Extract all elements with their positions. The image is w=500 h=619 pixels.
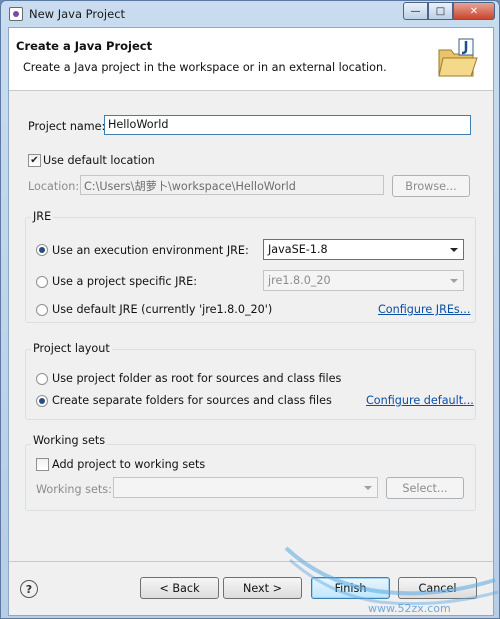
eclipse-icon — [9, 7, 23, 21]
use-default-location-label: Use default location — [43, 154, 155, 167]
help-icon[interactable]: ? — [20, 580, 38, 598]
configure-jres-link[interactable]: Configure JREs... — [378, 303, 470, 316]
use-default-location-checkbox[interactable]: ✔ — [28, 154, 41, 167]
browse-button[interactable]: Browse... — [392, 175, 470, 197]
wizard-title: Create a Java Project — [16, 39, 153, 53]
default-jre-radio[interactable] — [36, 304, 48, 316]
execution-env-label: Use an execution environment JRE: — [52, 244, 249, 257]
execution-env-select[interactable]: JavaSE-1.8 — [263, 239, 464, 260]
select-working-sets-button[interactable]: Select... — [386, 477, 464, 499]
cancel-button[interactable]: Cancel — [398, 577, 477, 599]
finish-button[interactable]: Finish — [311, 577, 390, 599]
layout-root-radio[interactable] — [36, 373, 48, 385]
window-title: New Java Project — [29, 7, 126, 21]
project-specific-jre-radio[interactable] — [36, 276, 48, 288]
working-sets-group-title: Working sets — [31, 434, 108, 447]
dialog-body: Create a Java Project Create a Java proj… — [8, 27, 494, 616]
working-sets-label: Working sets: — [36, 483, 112, 496]
add-to-working-sets-label: Add project to working sets — [52, 458, 206, 471]
wizard-header: Create a Java Project Create a Java proj… — [9, 28, 493, 91]
project-specific-jre-label: Use a project specific JRE: — [52, 275, 197, 288]
window-controls: — □ ✕ — [403, 2, 495, 20]
layout-root-label: Use project folder as root for sources a… — [52, 372, 342, 385]
chevron-down-icon — [450, 279, 458, 283]
jre-group-title: JRE — [31, 210, 54, 223]
maximize-button[interactable]: □ — [428, 2, 453, 20]
next-button[interactable]: Next > — [223, 577, 302, 599]
project-specific-jre-select[interactable]: jre1.8.0_20 — [263, 270, 464, 291]
layout-separate-label: Create separate folders for sources and … — [52, 394, 332, 407]
chevron-down-icon — [364, 486, 372, 490]
minimize-button[interactable]: — — [403, 2, 428, 20]
execution-env-value: JavaSE-1.8 — [268, 243, 328, 256]
location-label: Location: — [28, 180, 80, 193]
back-button[interactable]: < Back — [140, 577, 219, 599]
project-name-label: Project name: — [28, 120, 106, 133]
project-specific-jre-value: jre1.8.0_20 — [268, 274, 331, 287]
new-java-project-icon — [438, 38, 478, 77]
close-button[interactable]: ✕ — [453, 2, 495, 20]
wizard-description: Create a Java project in the workspace o… — [23, 61, 387, 74]
add-to-working-sets-checkbox[interactable] — [36, 458, 49, 471]
layout-separate-radio[interactable] — [36, 395, 48, 407]
execution-env-radio[interactable] — [36, 244, 48, 256]
dialog-window: New Java Project — □ ✕ Create a Java Pro… — [0, 0, 500, 619]
project-layout-group-title: Project layout — [31, 342, 112, 355]
project-name-input[interactable]: HelloWorld — [104, 115, 471, 135]
location-input[interactable]: C:\Users\胡萝卜\workspace\HelloWorld — [80, 175, 384, 195]
default-jre-label: Use default JRE (currently 'jre1.8.0_20'… — [52, 303, 273, 316]
working-sets-select[interactable] — [113, 477, 378, 498]
chevron-down-icon — [450, 248, 458, 252]
title-bar[interactable]: New Java Project — □ ✕ — [1, 1, 500, 27]
configure-default-link[interactable]: Configure default... — [366, 394, 474, 407]
footer-separator — [9, 561, 493, 562]
